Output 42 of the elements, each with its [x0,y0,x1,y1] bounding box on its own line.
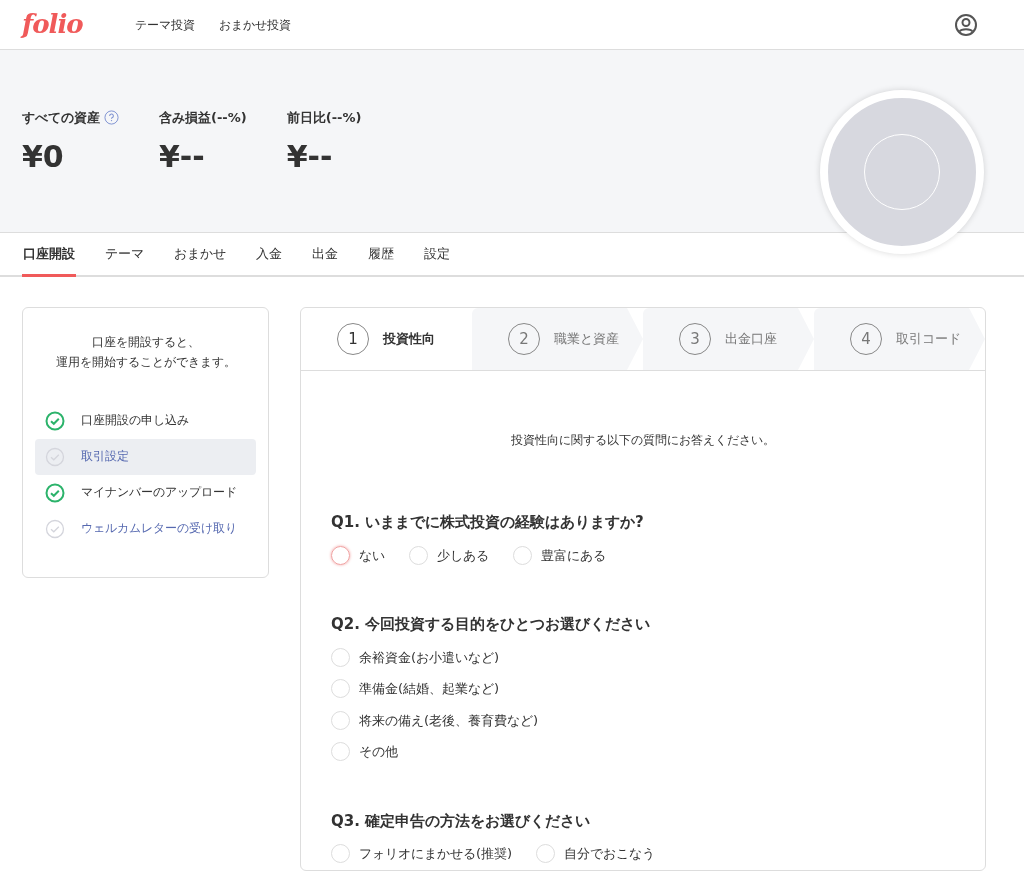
nav-tab[interactable]: 口座開設 [22,234,76,277]
radio-option[interactable]: フォリオにまかせる(推奨) [331,840,513,868]
progress-step-item[interactable]: 取引設定 [35,438,256,475]
check-circle-icon [45,518,65,539]
radio-option[interactable]: 将来の備え(老後、養育費など) [331,706,955,734]
intro-text: 投資性向に関する以下の質問にお答えください。 [510,432,776,449]
nav-tab[interactable]: 設定 [423,234,451,277]
nav-tab[interactable]: 入金 [255,234,283,277]
summary-value: ¥-- [159,137,206,176]
wizard-step-tab[interactable]: 4 取引コード [814,308,985,370]
question-title: Q3. 確定申告の方法をお選びください [331,810,592,832]
nav-tab[interactable]: 履歴 [367,234,395,277]
summary-label: 含み損益(--%) [159,109,247,127]
radio-option[interactable]: 準備金(結婚、起業など) [331,675,955,703]
question-title: Q2. 今回投資する目的をひとつお選びください [331,614,652,635]
radio-option[interactable]: 豊富にある [513,541,606,569]
question-title: Q1. いままでに株式投資の経験はありますか? [331,512,645,533]
check-circle-icon [45,410,65,431]
summary-label: 前日比(--%) [286,109,362,127]
nav-tab[interactable]: テーマ [104,234,145,277]
nav-tab[interactable]: おまかせ [173,234,227,277]
progress-step-item[interactable]: マイナンバーのアップロード [35,474,256,511]
wizard-step-tab[interactable]: 2 職業と資産 [472,308,643,370]
sidebar-message-line: 運用を開始することができます。 [54,354,237,372]
account-icon[interactable] [954,12,978,37]
summary-value: ¥-- [286,137,334,176]
radio-option[interactable]: 自分でおこなう [536,840,656,868]
check-circle-icon [45,482,65,503]
radio-option[interactable]: その他 [331,738,955,766]
sidebar-message-line: 口座を開設すると、 [90,334,201,351]
radio-option[interactable]: 少しある [409,541,489,569]
check-circle-icon [45,446,65,467]
radio-option[interactable]: 余裕資金(お小遣いなど) [331,643,955,671]
nav-link-item[interactable]: おまかせ投資 [218,15,291,34]
wizard-step-tab[interactable]: 3 出金口座 [643,308,814,370]
summary-value: ¥0 [22,137,65,176]
progress-step-item[interactable]: ウェルカムレターの受け取り [35,510,256,547]
radio-option[interactable]: ない [331,541,385,569]
progress-step-item[interactable]: 口座開設の申し込み [35,402,256,439]
nav-tab[interactable]: 出金 [311,234,339,277]
nav-link-item[interactable]: テーマ投資 [134,15,195,34]
summary-label: すべての資産 [22,109,100,127]
